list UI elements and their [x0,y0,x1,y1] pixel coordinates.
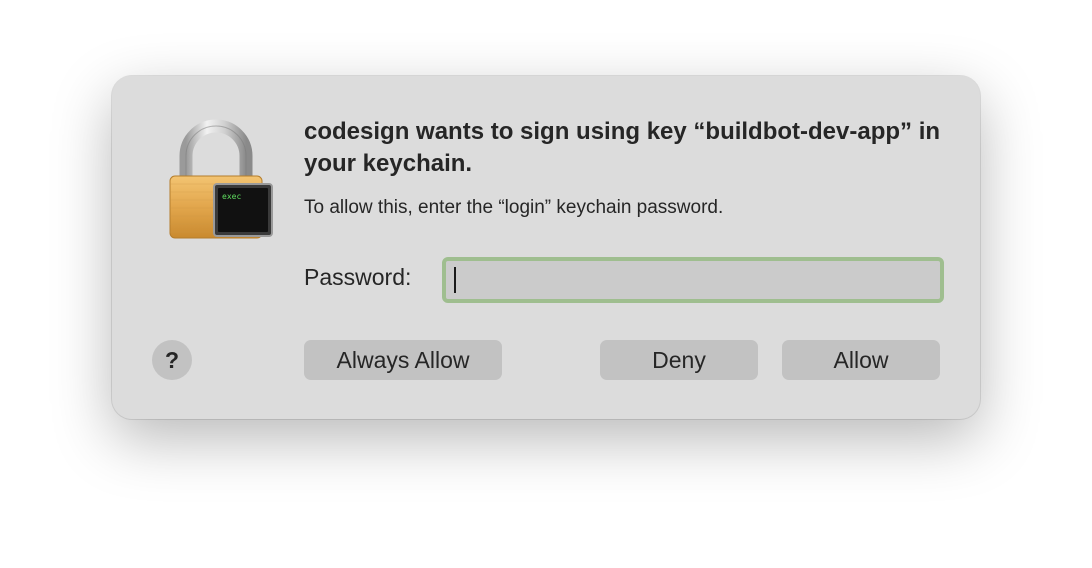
deny-button[interactable]: Deny [600,340,758,380]
password-field[interactable] [442,257,944,303]
allow-button[interactable]: Allow [782,340,940,380]
help-button[interactable]: ? [152,340,192,380]
lock-with-terminal-icon: exec [166,118,276,243]
dialog-title: codesign wants to sign using key “buildb… [304,118,941,177]
dialog-message: To allow this, enter the “login” keychai… [304,197,724,218]
password-label: Password: [304,264,412,290]
always-allow-button[interactable]: Always Allow [304,340,502,380]
keychain-access-dialog: exec codesign wants to sign using key “b… [112,76,980,419]
text-caret [454,267,456,293]
terminal-exec-text: exec [222,192,241,201]
